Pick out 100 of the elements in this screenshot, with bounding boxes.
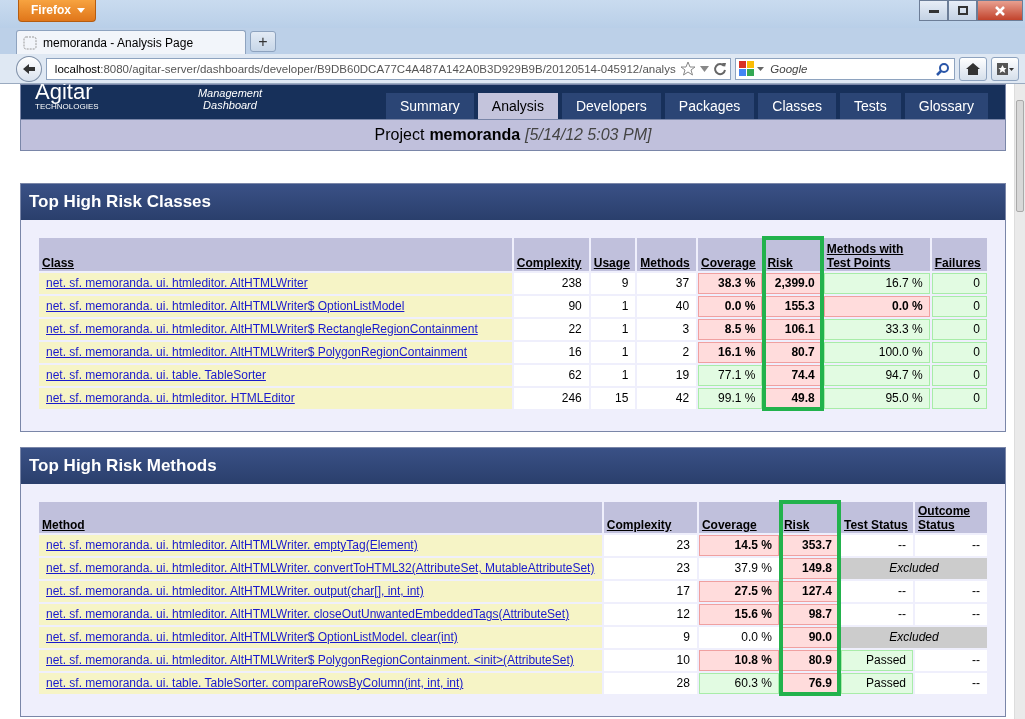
table-cell: 16 <box>513 342 589 363</box>
nav-tab[interactable]: Summary <box>385 93 474 119</box>
table-cell: 0.0 % <box>698 627 779 648</box>
table-cell: 16.1 % <box>698 342 763 363</box>
table-cell: 90 <box>513 296 589 317</box>
table-cell: 246 <box>513 388 589 409</box>
column-header[interactable]: Methods with Test Points <box>823 238 930 271</box>
column-header[interactable]: Class <box>39 238 512 271</box>
table-cell: 12 <box>603 604 697 625</box>
column-header[interactable]: Usage <box>590 238 636 271</box>
column-header[interactable]: Coverage <box>698 502 779 533</box>
search-field[interactable]: Google <box>735 57 956 80</box>
caret-icon <box>77 7 85 13</box>
table-cell: Excluded <box>841 558 987 579</box>
table-cell: 9 <box>590 273 636 294</box>
table-cell: 0 <box>931 273 987 294</box>
minimize-icon <box>928 8 939 13</box>
table-cell: 99.1 % <box>698 388 763 409</box>
table-cell: 1 <box>590 296 636 317</box>
table-cell: 9 <box>603 627 697 648</box>
column-header[interactable]: Complexity <box>513 238 589 271</box>
project-date: [5/14/12 5:03 PM] <box>525 126 652 144</box>
section-title: Top High Risk Methods <box>21 448 1005 484</box>
search-engine-icon <box>739 60 756 77</box>
search-icon[interactable] <box>936 61 951 76</box>
table-cell: -- <box>841 535 913 556</box>
maximize-button[interactable] <box>948 0 977 21</box>
tab-title: memoranda - Analysis Page <box>43 35 194 50</box>
table-cell: 8.5 % <box>698 319 763 340</box>
star-icon[interactable] <box>679 61 696 76</box>
table-cell: 27.5 % <box>698 581 779 602</box>
nav-tab[interactable]: Classes <box>758 93 837 119</box>
table-cell: -- <box>915 581 987 602</box>
table-cell: 95.0 % <box>823 388 930 409</box>
column-header[interactable]: Failures <box>931 238 987 271</box>
table-cell: 37.9 % <box>698 558 779 579</box>
table-cell: 2 <box>637 342 697 363</box>
browser-tab[interactable]: memoranda - Analysis Page <box>16 30 246 54</box>
url-text: localhost:8080/agitar-server/dashboards/developer/B9DB60DCA77C4A487A142A0B3D929B9B/20120514-045912/analys <box>54 62 676 75</box>
bookmarks-icon <box>996 61 1015 76</box>
table-cell: 15.6 % <box>698 604 779 625</box>
table-cell: 23 <box>603 558 697 579</box>
caret-icon <box>757 66 765 71</box>
table-cell: 1 <box>590 342 636 363</box>
column-header[interactable]: Outcome Status <box>915 502 987 533</box>
close-button[interactable] <box>977 0 1023 21</box>
back-arrow-icon <box>21 62 36 75</box>
table-cell: -- <box>841 604 913 625</box>
table-cell: 15 <box>590 388 636 409</box>
table-cell: 74.4 <box>764 365 822 386</box>
table-cell: -- <box>915 650 987 671</box>
table-cell: 2,399.0 <box>764 273 822 294</box>
table-cell: Passed <box>841 673 913 694</box>
table-cell: -- <box>915 673 987 694</box>
reload-icon[interactable] <box>712 61 727 76</box>
product-name: Management Dashboard <box>196 87 264 113</box>
table-cell: 3 <box>637 319 697 340</box>
maximize-icon <box>957 6 968 15</box>
nav-tab[interactable]: Glossary <box>904 93 988 119</box>
table-cell: -- <box>915 535 987 556</box>
table-cell: 16.7 % <box>823 273 930 294</box>
column-header[interactable]: Test Status <box>841 502 913 533</box>
scrollbar[interactable] <box>1014 84 1025 719</box>
project-label: Project <box>374 126 425 144</box>
table-cell: 33.3 % <box>823 319 930 340</box>
table-cell: -- <box>841 581 913 602</box>
table-cell: 0 <box>931 342 987 363</box>
home-button[interactable] <box>959 56 988 81</box>
column-header[interactable]: Methods <box>637 238 697 271</box>
new-tab-button[interactable]: + <box>250 31 276 52</box>
back-button[interactable] <box>16 55 42 82</box>
dropdown-caret-icon[interactable] <box>699 65 709 72</box>
section-title: Top High Risk Classes <box>21 184 1005 220</box>
table-cell: 238 <box>513 273 589 294</box>
table-cell: -- <box>915 604 987 625</box>
table-cell: Excluded <box>841 627 987 648</box>
table-cell: 28 <box>603 673 697 694</box>
table-cell: 0.0 % <box>698 296 763 317</box>
table-cell: 94.7 % <box>823 365 930 386</box>
column-header[interactable]: Complexity <box>603 502 697 533</box>
table-cell: 60.3 % <box>698 673 779 694</box>
table-cell: Passed <box>841 650 913 671</box>
nav-tab[interactable]: Packages <box>664 93 755 119</box>
column-header[interactable]: Coverage <box>698 238 763 271</box>
nav-tab[interactable]: Analysis <box>477 93 558 119</box>
table-cell: 155.3 <box>764 296 822 317</box>
page-icon <box>23 35 37 50</box>
table-cell: 100.0 % <box>823 342 930 363</box>
table-cell: 62 <box>513 365 589 386</box>
table-cell: 77.1 % <box>698 365 763 386</box>
table-cell: 0 <box>931 388 987 409</box>
address-bar[interactable]: localhost:8080/agitar-server/dashboards/developer/B9DB60DCA77C4A487A142A0B3D929B9B/20120514-045912/analys <box>45 57 732 80</box>
minimize-button[interactable] <box>919 0 948 21</box>
bookmarks-button[interactable] <box>991 56 1019 81</box>
table-cell: 0 <box>931 319 987 340</box>
table-cell: 0.0 % <box>823 296 930 317</box>
nav-tab[interactable]: Tests <box>840 93 901 119</box>
table-cell: 0 <box>931 365 987 386</box>
nav-tab[interactable]: Developers <box>561 93 661 119</box>
column-header[interactable]: Method <box>39 502 602 533</box>
